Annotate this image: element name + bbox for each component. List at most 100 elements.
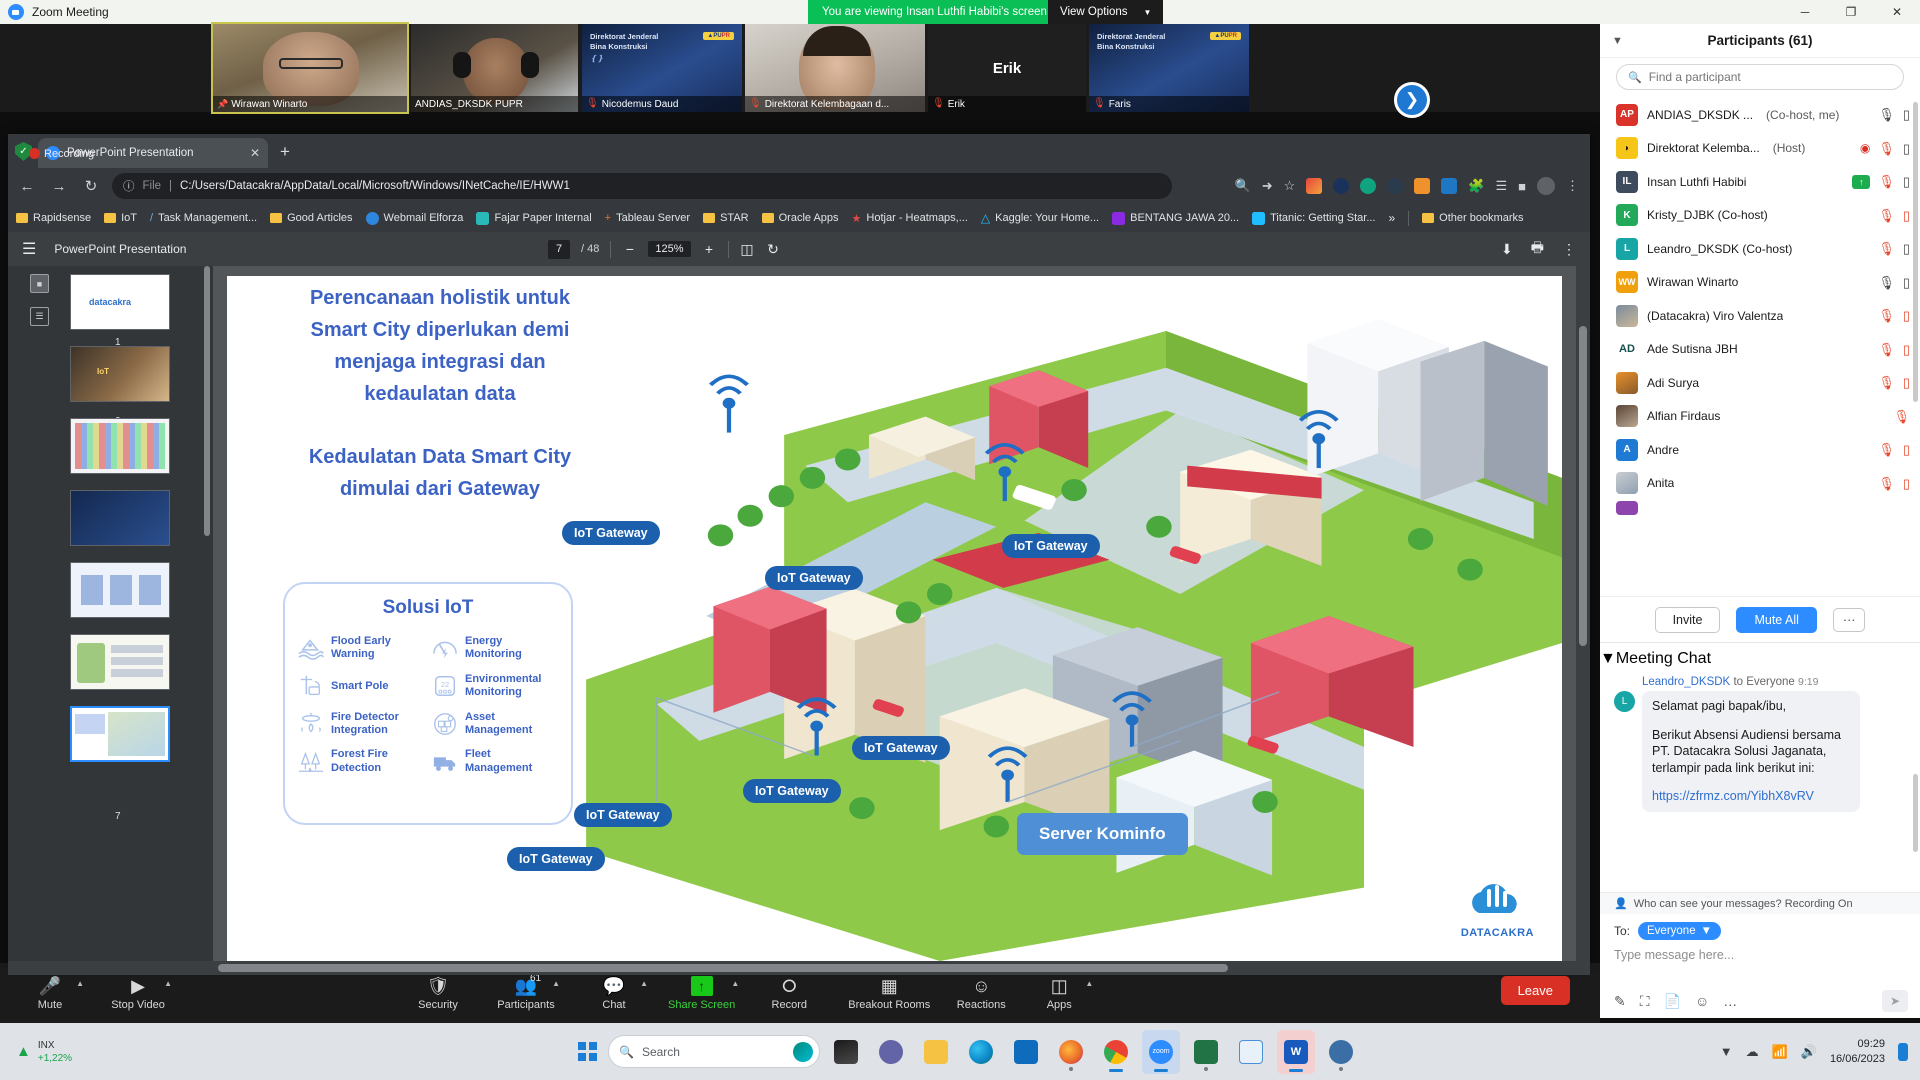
participant-row[interactable]: L Leandro_DKSDK (Co-host) 🎙 ▯ — [1600, 232, 1920, 266]
participant-row[interactable]: Adi Surya 🎙 ▯ — [1600, 366, 1920, 400]
thumbnail-scrollbar[interactable] — [204, 266, 210, 536]
sidebar-toggle-icon[interactable]: ☰ — [22, 239, 36, 259]
thumbnail-page[interactable]: datacakra — [70, 274, 170, 330]
more-vertical-icon[interactable]: ⋮ — [1562, 241, 1576, 258]
participants-scrollbar[interactable] — [1913, 102, 1918, 402]
extension-icon[interactable] — [1306, 178, 1323, 194]
maximize-button[interactable]: ❐ — [1828, 0, 1874, 24]
onedrive-icon[interactable]: ☁ — [1746, 1044, 1759, 1060]
taskbar-widget-stock[interactable]: ▲ INX +1,22% — [16, 1039, 72, 1065]
mic-muted-icon[interactable]: 🎙 — [1878, 309, 1895, 322]
participant-row[interactable] — [1600, 500, 1920, 516]
search-icon[interactable]: 🔍 — [1235, 178, 1251, 194]
video-off-icon[interactable]: ▯ — [1903, 309, 1910, 322]
participants-more-button[interactable]: ··· — [1832, 607, 1866, 632]
taskbar-app-folder[interactable] — [917, 1030, 955, 1074]
screenshot-icon[interactable]: ⛶ — [1640, 993, 1650, 1010]
mute-all-button[interactable]: Mute All — [1736, 606, 1817, 633]
emoji-icon[interactable]: ☺ — [1695, 993, 1709, 1009]
scrollbar-thumb[interactable] — [1579, 326, 1587, 646]
bookmark-item[interactable]: △ Kaggle: Your Home... — [981, 211, 1099, 225]
chat-input-area[interactable]: Type message here... — [1600, 948, 1920, 984]
fit-page-icon[interactable]: ◫ — [740, 241, 755, 258]
close-button[interactable]: ✕ — [1874, 0, 1920, 24]
taskbar-app-edge[interactable] — [962, 1030, 1000, 1074]
tableau-extension-icon[interactable] — [1441, 178, 1458, 194]
bookmark-item[interactable]: + Tableau Server — [605, 212, 690, 224]
participant-row[interactable]: Anita 🎙 ▯ — [1600, 467, 1920, 501]
participant-row[interactable]: ◗ Direktorat Kelemba... (Host) ◉ 🎙 ▯ — [1600, 132, 1920, 166]
outline-view-button[interactable]: ☰ — [30, 307, 49, 326]
video-off-icon[interactable]: ▯ — [1903, 343, 1910, 356]
video-tile[interactable]: Erik 🎙 Erik — [928, 24, 1086, 112]
taskbar-app-settings[interactable] — [1322, 1030, 1360, 1074]
video-camera-icon[interactable]: ▯ — [1903, 108, 1910, 121]
file-icon[interactable]: 📄 — [1664, 993, 1681, 1010]
wifi-icon[interactable]: 📶 — [1772, 1044, 1788, 1060]
download-icon[interactable]: ⬇ — [1501, 241, 1513, 258]
video-off-icon[interactable]: ▯ — [1903, 376, 1910, 389]
pdf-horizontal-scrollbar[interactable] — [8, 961, 1590, 975]
microphone-icon[interactable]: 🎙 — [1878, 276, 1895, 289]
taskbar-app-chrome[interactable] — [1097, 1030, 1135, 1074]
start-button[interactable] — [578, 1042, 597, 1061]
print-icon[interactable]: 🖶 — [1531, 237, 1544, 261]
bookmark-item[interactable]: ★ Hotjar - Heatmaps,... — [852, 212, 968, 225]
chevron-up-icon[interactable]: ▼ — [1720, 1044, 1733, 1059]
leave-meeting-button[interactable]: Leave — [1500, 976, 1570, 1005]
taskbar-app-teams[interactable] — [872, 1030, 910, 1074]
invite-button[interactable]: Invite — [1654, 606, 1721, 633]
thumbnail-page[interactable] — [70, 634, 170, 690]
page-number-input[interactable]: 7 — [548, 239, 570, 259]
view-options-button[interactable]: View Options ▼ — [1048, 0, 1164, 24]
reload-button[interactable]: ↻ — [80, 177, 102, 195]
participant-row[interactable]: IL Insan Luthfi Habibi ↑ 🎙 ▯ — [1600, 165, 1920, 199]
forward-button[interactable]: → — [48, 178, 70, 195]
participant-row[interactable]: WW Wirawan Winarto 🎙 ▯ — [1600, 266, 1920, 300]
thumbnail-page[interactable]: IoT — [70, 346, 170, 402]
bookmark-item[interactable]: Fajar Paper Internal — [476, 211, 592, 225]
profile-avatar[interactable] — [1537, 177, 1555, 195]
bookmark-item[interactable]: Good Articles — [270, 212, 353, 224]
microphone-icon[interactable]: 🎙 — [1878, 108, 1895, 121]
rotate-icon[interactable]: ↻ — [766, 241, 781, 258]
close-tab-icon[interactable]: ✕ — [250, 146, 260, 160]
video-off-icon[interactable]: ▯ — [1903, 477, 1910, 490]
participant-row[interactable]: A Andre 🎙 ▯ — [1600, 433, 1920, 467]
taskbar-search[interactable]: 🔍 Search — [608, 1035, 820, 1068]
participant-row[interactable]: (Datacakra) Viro Valentza 🎙 ▯ — [1600, 299, 1920, 333]
mic-muted-icon[interactable]: 🎙 — [1878, 443, 1895, 456]
react-devtools-icon[interactable] — [1387, 178, 1404, 194]
collapse-participants-icon[interactable]: ▼ — [1612, 35, 1623, 47]
taskbar-app-word[interactable]: W — [1277, 1029, 1315, 1074]
participants-list[interactable]: AP ANDIAS_DKSDK ... (Co-host, me) 🎙 ▯ ◗ D… — [1600, 98, 1920, 596]
bookmark-item[interactable]: Titanic: Getting Star... — [1252, 211, 1375, 225]
video-tile[interactable]: Direktorat Jenderal Bina Konstruksi ▲PUPR… — [1089, 24, 1249, 112]
zoom-out-button[interactable]: − — [622, 241, 637, 257]
thumbnail-page-selected[interactable] — [70, 706, 170, 762]
participant-row[interactable]: AP ANDIAS_DKSDK ... (Co-host, me) 🎙 ▯ — [1600, 98, 1920, 132]
pdf-vertical-scrollbar[interactable] — [1576, 266, 1590, 961]
mic-muted-icon[interactable]: 🎙 — [1878, 376, 1895, 389]
chrome-menu-icon[interactable]: ⋮ — [1566, 178, 1579, 194]
video-tile[interactable]: 📌 Wirawan Winarto — [211, 22, 409, 114]
chat-scrollbar[interactable] — [1913, 774, 1918, 853]
scrollbar-thumb[interactable] — [218, 964, 1228, 972]
chevron-up-icon[interactable]: ▲ — [731, 979, 739, 988]
video-tile[interactable]: Direktorat Jenderal Bina Konstruksi ▲PUPR… — [582, 24, 742, 112]
participant-search-box[interactable]: 🔍 — [1616, 64, 1904, 90]
extensions-puzzle-icon[interactable]: 🧩 — [1468, 178, 1484, 194]
chat-link[interactable]: https://zfrmz.com/YibhX8vRV — [1652, 788, 1850, 805]
mic-muted-icon[interactable]: 🎙 — [1878, 242, 1895, 255]
other-bookmarks-folder[interactable]: Other bookmarks — [1422, 212, 1524, 224]
taskbar-app-snipping-tool[interactable] — [1232, 1030, 1270, 1074]
share-icon[interactable]: ➜ — [1262, 178, 1273, 194]
thumbnail-page[interactable] — [70, 418, 170, 474]
chat-message-list[interactable]: Leandro_DKSDK to Everyone 9:19 L Selamat… — [1600, 674, 1920, 892]
draw-icon[interactable]: ✎ — [1614, 993, 1626, 1010]
bookmark-item[interactable]: STAR — [703, 212, 749, 224]
video-camera-icon[interactable]: ▯ — [1903, 242, 1910, 255]
taskbar-app-file-explorer[interactable] — [827, 1030, 865, 1074]
mic-muted-icon[interactable]: 🎙 — [1878, 477, 1895, 490]
new-tab-button[interactable]: + — [280, 142, 290, 162]
